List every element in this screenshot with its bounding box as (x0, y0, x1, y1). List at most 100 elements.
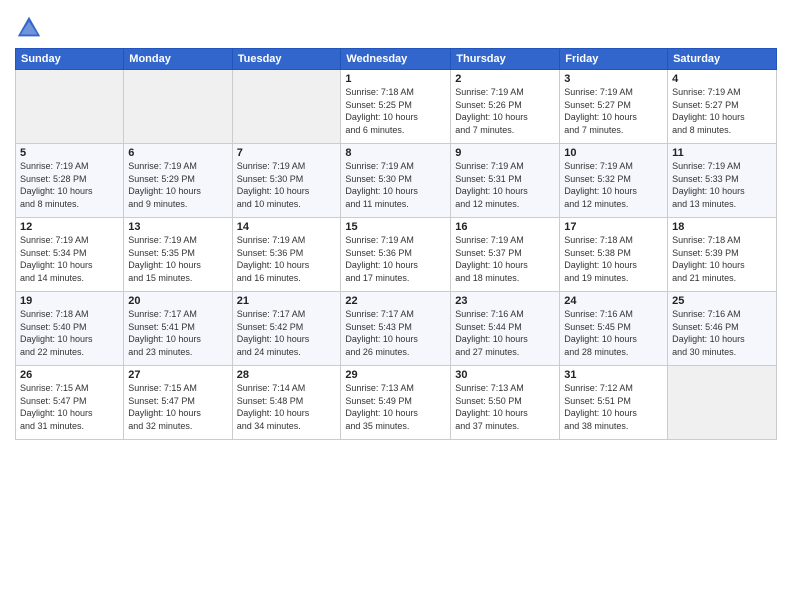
calendar-cell: 1Sunrise: 7:18 AMSunset: 5:25 PMDaylight… (341, 70, 451, 144)
day-info: Sunrise: 7:16 AMSunset: 5:45 PMDaylight:… (564, 308, 663, 358)
day-info: Sunrise: 7:16 AMSunset: 5:46 PMDaylight:… (672, 308, 772, 358)
calendar-cell: 15Sunrise: 7:19 AMSunset: 5:36 PMDayligh… (341, 218, 451, 292)
calendar-week-3: 12Sunrise: 7:19 AMSunset: 5:34 PMDayligh… (16, 218, 777, 292)
day-number: 17 (564, 221, 663, 233)
day-info: Sunrise: 7:19 AMSunset: 5:28 PMDaylight:… (20, 160, 119, 210)
day-number: 10 (564, 147, 663, 159)
day-number: 8 (345, 147, 446, 159)
calendar-cell: 19Sunrise: 7:18 AMSunset: 5:40 PMDayligh… (16, 292, 124, 366)
calendar-week-5: 26Sunrise: 7:15 AMSunset: 5:47 PMDayligh… (16, 366, 777, 440)
logo (15, 14, 45, 42)
calendar-cell: 23Sunrise: 7:16 AMSunset: 5:44 PMDayligh… (451, 292, 560, 366)
calendar-cell: 3Sunrise: 7:19 AMSunset: 5:27 PMDaylight… (560, 70, 668, 144)
weekday-header-sunday: Sunday (16, 49, 124, 70)
day-number: 23 (455, 295, 555, 307)
day-number: 7 (237, 147, 337, 159)
day-info: Sunrise: 7:19 AMSunset: 5:27 PMDaylight:… (672, 86, 772, 136)
calendar-cell (668, 366, 777, 440)
calendar-cell: 11Sunrise: 7:19 AMSunset: 5:33 PMDayligh… (668, 144, 777, 218)
calendar-cell: 18Sunrise: 7:18 AMSunset: 5:39 PMDayligh… (668, 218, 777, 292)
calendar-cell: 24Sunrise: 7:16 AMSunset: 5:45 PMDayligh… (560, 292, 668, 366)
header (15, 10, 777, 42)
calendar-cell: 13Sunrise: 7:19 AMSunset: 5:35 PMDayligh… (124, 218, 232, 292)
calendar-cell: 16Sunrise: 7:19 AMSunset: 5:37 PMDayligh… (451, 218, 560, 292)
day-info: Sunrise: 7:18 AMSunset: 5:39 PMDaylight:… (672, 234, 772, 284)
day-number: 26 (20, 369, 119, 381)
day-info: Sunrise: 7:18 AMSunset: 5:38 PMDaylight:… (564, 234, 663, 284)
day-number: 13 (128, 221, 227, 233)
calendar-cell: 9Sunrise: 7:19 AMSunset: 5:31 PMDaylight… (451, 144, 560, 218)
day-number: 5 (20, 147, 119, 159)
day-number: 30 (455, 369, 555, 381)
day-number: 12 (20, 221, 119, 233)
calendar-cell: 27Sunrise: 7:15 AMSunset: 5:47 PMDayligh… (124, 366, 232, 440)
calendar-cell: 17Sunrise: 7:18 AMSunset: 5:38 PMDayligh… (560, 218, 668, 292)
day-number: 27 (128, 369, 227, 381)
calendar-cell: 21Sunrise: 7:17 AMSunset: 5:42 PMDayligh… (232, 292, 341, 366)
day-number: 15 (345, 221, 446, 233)
day-number: 24 (564, 295, 663, 307)
weekday-header-row: SundayMondayTuesdayWednesdayThursdayFrid… (16, 49, 777, 70)
day-info: Sunrise: 7:16 AMSunset: 5:44 PMDaylight:… (455, 308, 555, 358)
calendar-cell: 12Sunrise: 7:19 AMSunset: 5:34 PMDayligh… (16, 218, 124, 292)
day-info: Sunrise: 7:19 AMSunset: 5:34 PMDaylight:… (20, 234, 119, 284)
day-info: Sunrise: 7:19 AMSunset: 5:36 PMDaylight:… (237, 234, 337, 284)
day-info: Sunrise: 7:19 AMSunset: 5:30 PMDaylight:… (345, 160, 446, 210)
calendar-cell (16, 70, 124, 144)
day-number: 31 (564, 369, 663, 381)
day-info: Sunrise: 7:19 AMSunset: 5:29 PMDaylight:… (128, 160, 227, 210)
calendar-week-4: 19Sunrise: 7:18 AMSunset: 5:40 PMDayligh… (16, 292, 777, 366)
calendar-cell: 8Sunrise: 7:19 AMSunset: 5:30 PMDaylight… (341, 144, 451, 218)
calendar-cell: 6Sunrise: 7:19 AMSunset: 5:29 PMDaylight… (124, 144, 232, 218)
day-number: 25 (672, 295, 772, 307)
calendar-cell: 31Sunrise: 7:12 AMSunset: 5:51 PMDayligh… (560, 366, 668, 440)
calendar-cell: 7Sunrise: 7:19 AMSunset: 5:30 PMDaylight… (232, 144, 341, 218)
day-info: Sunrise: 7:17 AMSunset: 5:42 PMDaylight:… (237, 308, 337, 358)
logo-icon (15, 14, 43, 42)
day-info: Sunrise: 7:15 AMSunset: 5:47 PMDaylight:… (20, 382, 119, 432)
calendar-cell (232, 70, 341, 144)
day-number: 21 (237, 295, 337, 307)
day-info: Sunrise: 7:14 AMSunset: 5:48 PMDaylight:… (237, 382, 337, 432)
day-number: 28 (237, 369, 337, 381)
day-info: Sunrise: 7:19 AMSunset: 5:37 PMDaylight:… (455, 234, 555, 284)
weekday-header-thursday: Thursday (451, 49, 560, 70)
calendar-cell: 20Sunrise: 7:17 AMSunset: 5:41 PMDayligh… (124, 292, 232, 366)
day-number: 2 (455, 73, 555, 85)
day-info: Sunrise: 7:19 AMSunset: 5:33 PMDaylight:… (672, 160, 772, 210)
day-number: 14 (237, 221, 337, 233)
calendar-cell: 5Sunrise: 7:19 AMSunset: 5:28 PMDaylight… (16, 144, 124, 218)
day-number: 11 (672, 147, 772, 159)
calendar-cell: 29Sunrise: 7:13 AMSunset: 5:49 PMDayligh… (341, 366, 451, 440)
day-info: Sunrise: 7:19 AMSunset: 5:27 PMDaylight:… (564, 86, 663, 136)
day-info: Sunrise: 7:19 AMSunset: 5:26 PMDaylight:… (455, 86, 555, 136)
day-number: 22 (345, 295, 446, 307)
calendar-week-1: 1Sunrise: 7:18 AMSunset: 5:25 PMDaylight… (16, 70, 777, 144)
page-container: SundayMondayTuesdayWednesdayThursdayFrid… (0, 0, 792, 445)
day-number: 1 (345, 73, 446, 85)
calendar-cell: 26Sunrise: 7:15 AMSunset: 5:47 PMDayligh… (16, 366, 124, 440)
day-info: Sunrise: 7:12 AMSunset: 5:51 PMDaylight:… (564, 382, 663, 432)
day-info: Sunrise: 7:19 AMSunset: 5:35 PMDaylight:… (128, 234, 227, 284)
day-info: Sunrise: 7:15 AMSunset: 5:47 PMDaylight:… (128, 382, 227, 432)
calendar-cell: 22Sunrise: 7:17 AMSunset: 5:43 PMDayligh… (341, 292, 451, 366)
calendar-cell: 28Sunrise: 7:14 AMSunset: 5:48 PMDayligh… (232, 366, 341, 440)
weekday-header-friday: Friday (560, 49, 668, 70)
day-info: Sunrise: 7:18 AMSunset: 5:25 PMDaylight:… (345, 86, 446, 136)
calendar-cell (124, 70, 232, 144)
day-info: Sunrise: 7:19 AMSunset: 5:32 PMDaylight:… (564, 160, 663, 210)
weekday-header-tuesday: Tuesday (232, 49, 341, 70)
calendar-table: SundayMondayTuesdayWednesdayThursdayFrid… (15, 48, 777, 440)
day-number: 3 (564, 73, 663, 85)
calendar-cell: 2Sunrise: 7:19 AMSunset: 5:26 PMDaylight… (451, 70, 560, 144)
calendar-week-2: 5Sunrise: 7:19 AMSunset: 5:28 PMDaylight… (16, 144, 777, 218)
weekday-header-saturday: Saturday (668, 49, 777, 70)
day-info: Sunrise: 7:19 AMSunset: 5:31 PMDaylight:… (455, 160, 555, 210)
day-info: Sunrise: 7:18 AMSunset: 5:40 PMDaylight:… (20, 308, 119, 358)
day-info: Sunrise: 7:13 AMSunset: 5:49 PMDaylight:… (345, 382, 446, 432)
day-number: 9 (455, 147, 555, 159)
day-number: 29 (345, 369, 446, 381)
day-number: 4 (672, 73, 772, 85)
calendar-cell: 4Sunrise: 7:19 AMSunset: 5:27 PMDaylight… (668, 70, 777, 144)
day-info: Sunrise: 7:17 AMSunset: 5:41 PMDaylight:… (128, 308, 227, 358)
